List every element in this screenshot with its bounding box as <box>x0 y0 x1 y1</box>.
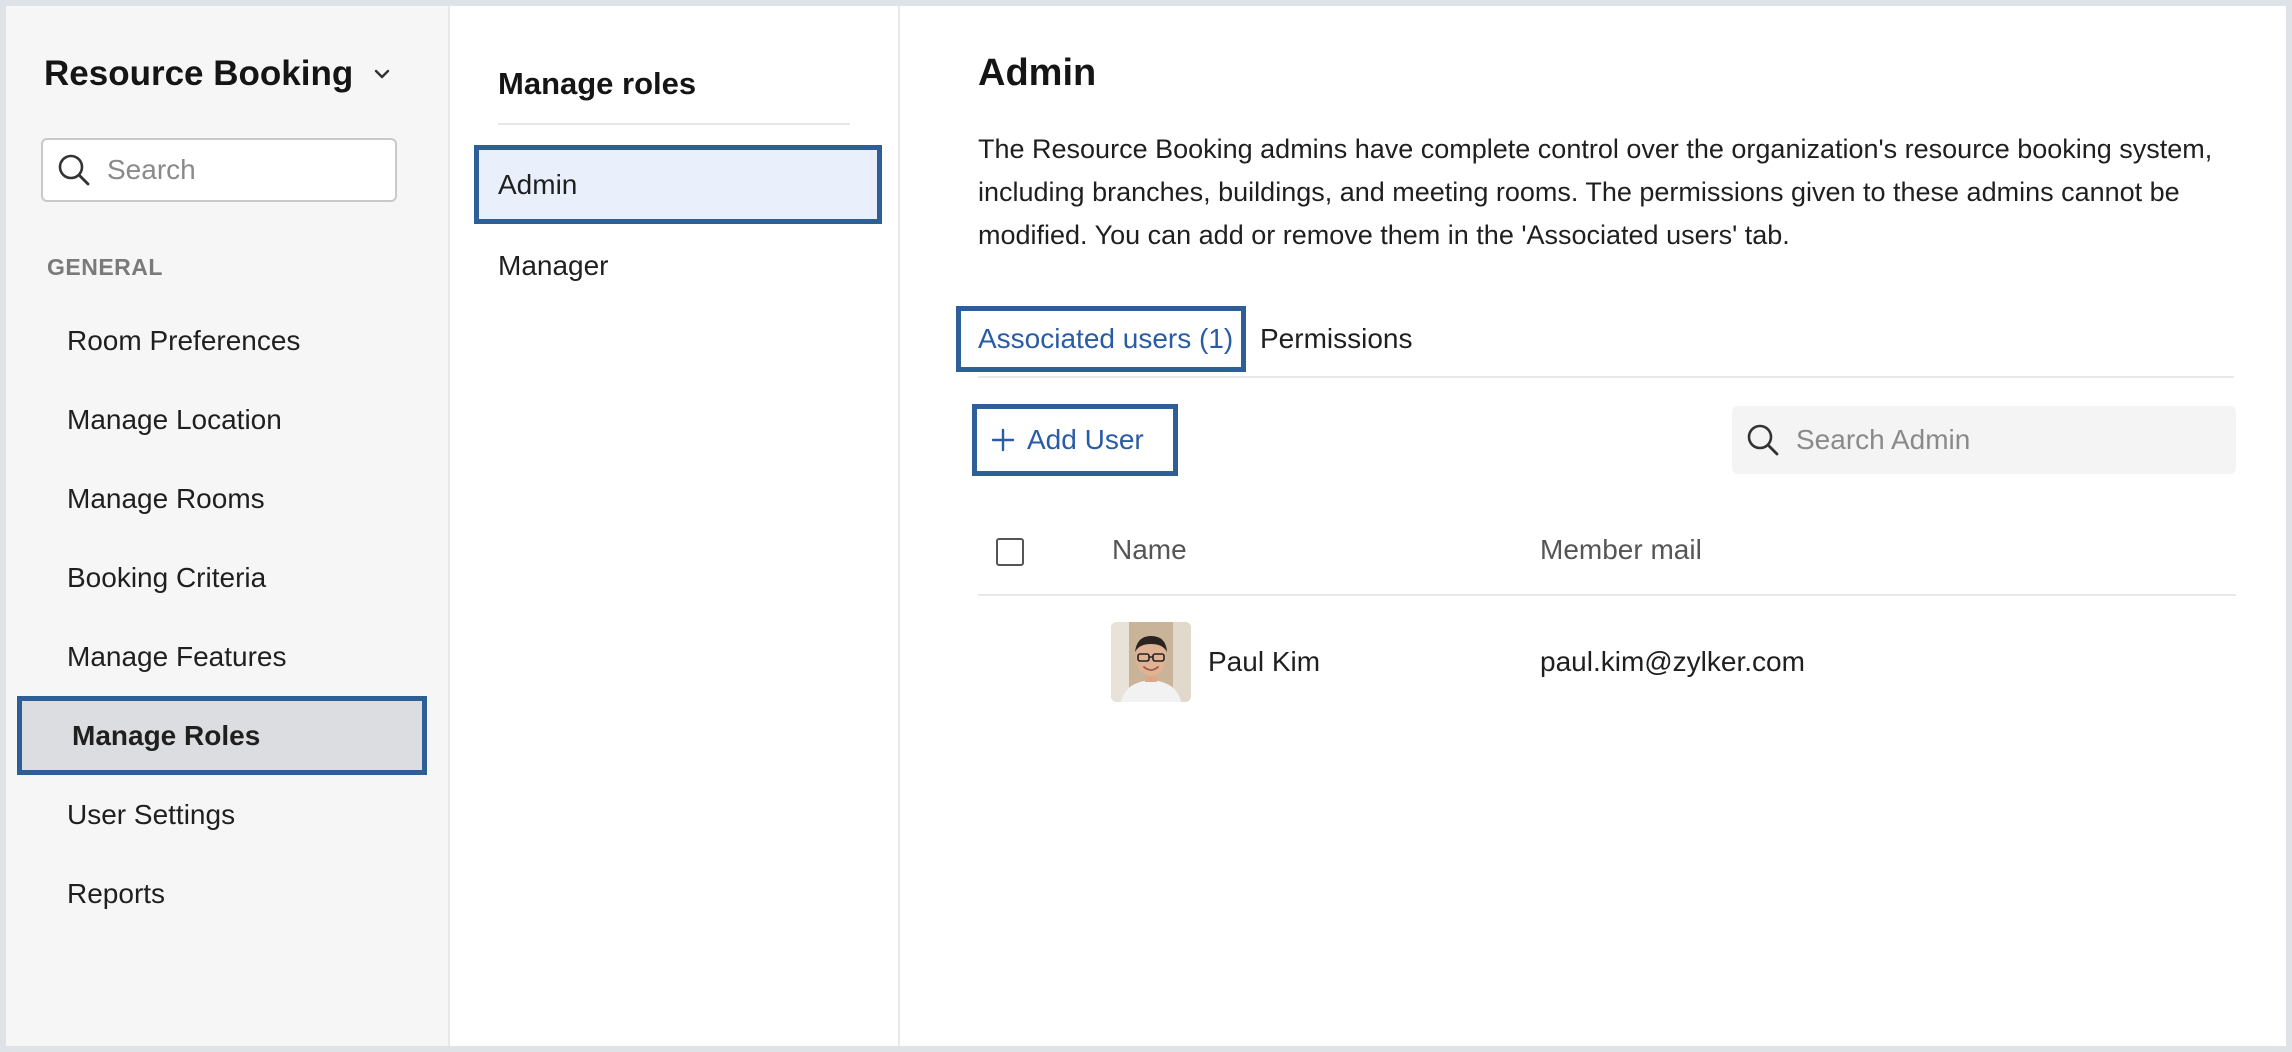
search-admin-input[interactable] <box>1794 423 2218 457</box>
add-user-button[interactable]: Add User <box>972 404 1178 476</box>
sidebar-item-manage-location[interactable]: Manage Location <box>6 380 448 459</box>
page-title: Admin <box>978 52 1097 94</box>
sidebar-item-label: Manage Features <box>67 640 287 672</box>
column-header-name: Name <box>1112 534 1187 565</box>
sidebar-item-booking-criteria[interactable]: Booking Criteria <box>6 538 448 617</box>
sidebar-item-label: Booking Criteria <box>67 561 267 593</box>
roles-panel: Manage roles Admin Manager <box>450 6 900 1046</box>
avatar <box>1111 622 1191 702</box>
section-label-general: GENERAL <box>47 254 163 280</box>
sidebar-search-input[interactable] <box>105 153 389 187</box>
app-title: Resource Booking <box>44 54 354 93</box>
chevron-down-icon <box>375 69 390 79</box>
tab-label: Permissions <box>1260 323 1413 354</box>
tab-label: Associated users (1) <box>978 323 1234 354</box>
plus-icon <box>991 428 1015 452</box>
divider <box>498 123 850 125</box>
sidebar-item-label: Reports <box>67 877 166 909</box>
app-window: Resource Booking GENERAL Room Preference… <box>6 6 2286 1046</box>
table-row[interactable]: Paul Kim paul.kim@zylker.com <box>978 596 2236 736</box>
sidebar-item-room-preferences[interactable]: Room Preferences <box>6 301 448 380</box>
column-header-member-mail: Member mail <box>1540 534 1702 565</box>
user-mail: paul.kim@zylker.com <box>1540 646 1805 677</box>
sidebar-item-label: Manage Rooms <box>67 482 265 514</box>
role-item-label: Admin <box>498 168 578 200</box>
sidebar-item-manage-features[interactable]: Manage Features <box>6 617 448 696</box>
sidebar-item-label: User Settings <box>67 798 236 830</box>
search-admin <box>1732 406 2236 474</box>
sidebar-item-label: Manage Roles <box>72 719 261 751</box>
tab-bar: Associated users (1) Permissions <box>956 306 2234 378</box>
sidebar-item-label: Manage Location <box>67 403 282 435</box>
tab-associated-users[interactable]: Associated users (1) <box>956 306 1246 372</box>
sidebar-nav: Room Preferences Manage Location Manage … <box>6 301 448 933</box>
sidebar-item-manage-rooms[interactable]: Manage Rooms <box>6 459 448 538</box>
sidebar-item-label: Room Preferences <box>67 324 301 356</box>
role-item-admin[interactable]: Admin <box>474 145 882 224</box>
select-all-checkbox[interactable] <box>996 538 1024 566</box>
table-header: Name Member mail <box>978 520 2236 596</box>
sidebar-search <box>41 138 397 202</box>
app-switcher[interactable]: Resource Booking <box>44 54 393 94</box>
users-table: Name Member mail Paul Kim paul.kim@zylke… <box>978 520 2236 736</box>
main-content: Admin The Resource Booking admins have c… <box>900 6 2286 1046</box>
roles-panel-title: Manage roles <box>498 66 697 101</box>
sidebar-item-user-settings[interactable]: User Settings <box>6 775 448 854</box>
tab-permissions[interactable]: Permissions <box>1260 306 1412 372</box>
add-user-label: Add User <box>1027 424 1144 455</box>
search-icon <box>1747 424 1779 456</box>
user-name: Paul Kim <box>1208 646 1321 677</box>
role-item-label: Manager <box>498 249 609 281</box>
sidebar-item-manage-roles[interactable]: Manage Roles <box>17 696 427 775</box>
search-icon <box>58 154 90 186</box>
sidebar-item-reports[interactable]: Reports <box>6 854 448 933</box>
role-description: The Resource Booking admins have complet… <box>978 134 2213 250</box>
sidebar: Resource Booking GENERAL Room Preference… <box>6 6 450 1046</box>
user-avatar-image <box>1111 622 1191 702</box>
role-item-manager[interactable]: Manager <box>474 226 882 305</box>
